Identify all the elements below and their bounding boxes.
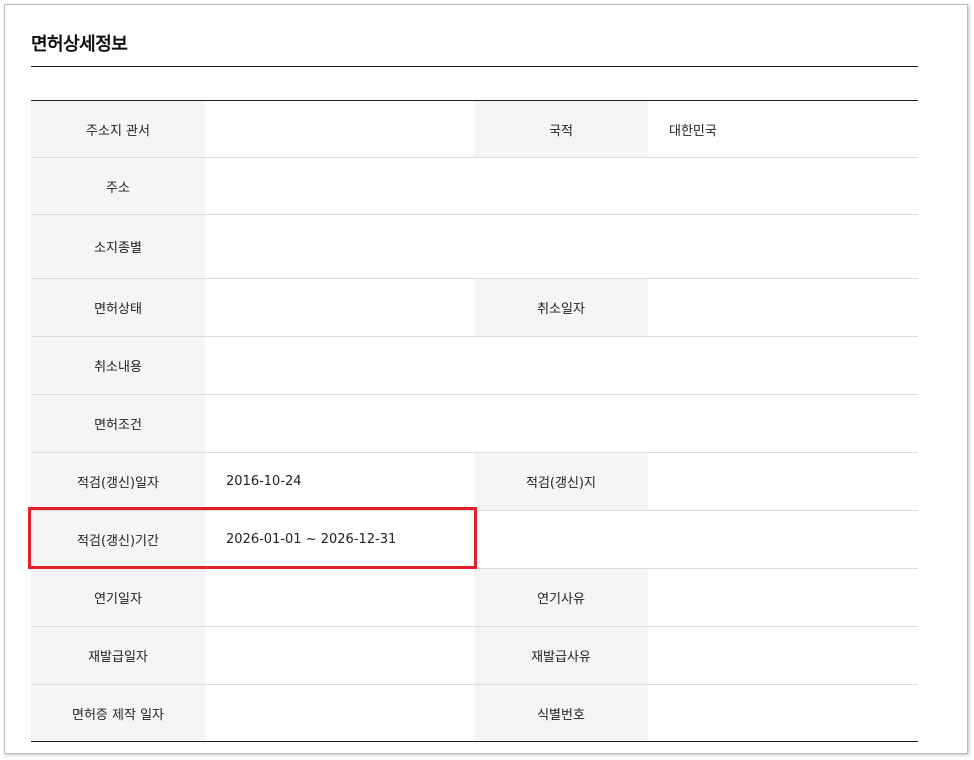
label-reissue-date: 재발급일자 bbox=[31, 626, 205, 685]
license-detail-table: 주소지 관서 국적 대한민국 주소 소지종별 면허상태 취소일자 취소내용 면허… bbox=[31, 100, 918, 742]
value-postpone-reason bbox=[648, 569, 918, 627]
value-cancel-content bbox=[205, 337, 918, 395]
section-title: 면허상세정보 bbox=[31, 34, 128, 55]
value-renewal-period: 2026-01-01 ~ 2026-12-31 bbox=[226, 532, 397, 547]
label-renewal-date: 적검(갱신)일자 bbox=[31, 452, 205, 511]
value-identification-number bbox=[648, 685, 918, 742]
label-cancel-date: 취소일자 bbox=[474, 278, 648, 337]
label-reissue-reason: 재발급사유 bbox=[474, 626, 648, 685]
blank-cell-value bbox=[648, 511, 918, 569]
row-cancel-content: 취소내용 bbox=[31, 336, 918, 395]
value-renewal-date: 2016-10-24 bbox=[226, 474, 302, 489]
value-license-condition bbox=[205, 395, 918, 453]
row-reissue-date: 재발급일자 재발급사유 bbox=[31, 626, 918, 685]
label-cancel-content: 취소내용 bbox=[31, 336, 205, 395]
title-divider bbox=[31, 66, 918, 67]
value-reissue-date bbox=[205, 627, 474, 685]
row-renewal-period: 적검(갱신)기간 2026-01-01 ~ 2026-12-31 bbox=[31, 510, 918, 569]
value-reissue-reason bbox=[648, 627, 918, 685]
label-identification-number: 식별번호 bbox=[474, 684, 648, 742]
label-renewal-place: 적검(갱신)지 bbox=[474, 452, 648, 511]
row-license-condition: 면허조건 bbox=[31, 394, 918, 453]
row-address-office: 주소지 관서 국적 대한민국 bbox=[31, 100, 918, 158]
label-address-office: 주소지 관서 bbox=[31, 100, 205, 158]
value-renewal-place bbox=[648, 453, 918, 511]
value-cancel-date bbox=[648, 279, 918, 337]
label-nationality: 국적 bbox=[474, 100, 648, 158]
row-renewal-date: 적검(갱신)일자 2016-10-24 적검(갱신)지 bbox=[31, 452, 918, 511]
row-license-status: 면허상태 취소일자 bbox=[31, 278, 918, 337]
value-address-office bbox=[205, 101, 474, 158]
label-license-condition: 면허조건 bbox=[31, 394, 205, 453]
label-postpone-reason: 연기사유 bbox=[474, 568, 648, 627]
label-address: 주소 bbox=[31, 157, 205, 215]
label-license-type: 소지종별 bbox=[31, 214, 205, 279]
label-renewal-period: 적검(갱신)기간 bbox=[31, 510, 205, 569]
row-card-production-date: 면허증 제작 일자 식별번호 bbox=[31, 684, 918, 742]
value-nationality: 대한민국 bbox=[669, 123, 717, 139]
row-address: 주소 bbox=[31, 157, 918, 215]
value-address bbox=[205, 158, 918, 215]
blank-cell bbox=[474, 511, 648, 569]
row-license-type: 소지종별 bbox=[31, 214, 918, 279]
value-license-type bbox=[205, 215, 918, 279]
value-license-status bbox=[205, 279, 474, 337]
row-postpone-date: 연기일자 연기사유 bbox=[31, 568, 918, 627]
label-postpone-date: 연기일자 bbox=[31, 568, 205, 627]
value-postpone-date bbox=[205, 569, 474, 627]
label-license-status: 면허상태 bbox=[31, 278, 205, 337]
label-card-production-date: 면허증 제작 일자 bbox=[31, 684, 205, 742]
value-card-production-date bbox=[205, 685, 474, 742]
